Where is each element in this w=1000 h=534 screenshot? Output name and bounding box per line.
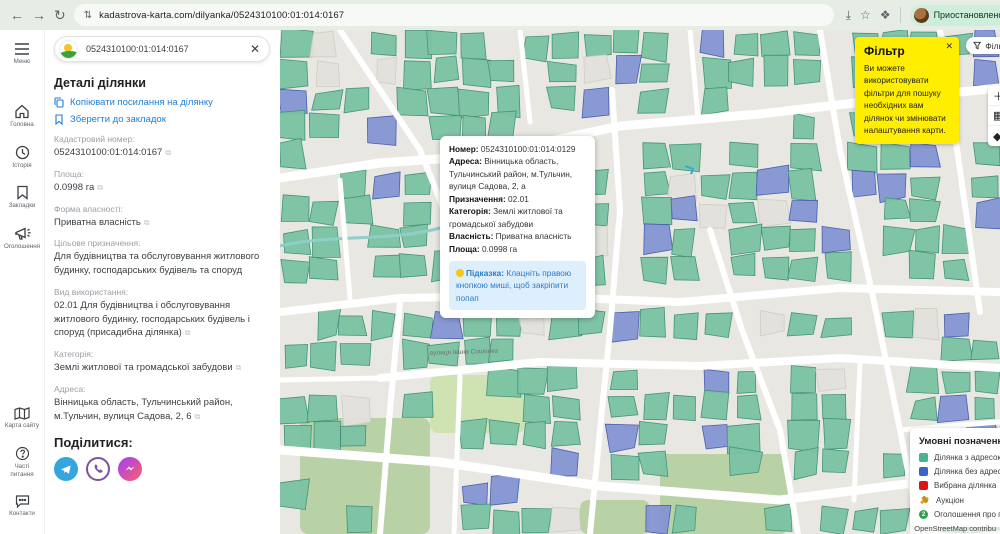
share-title: Поділитися:	[54, 435, 133, 451]
copy-icon[interactable]: ⧉	[185, 328, 191, 337]
sidebar-item-home[interactable]: Головна	[0, 104, 45, 129]
legend-header[interactable]: Умовні позначення ⌄	[919, 436, 1000, 447]
bookmarks-icon	[16, 186, 28, 201]
home-icon	[15, 104, 29, 118]
profile-paused-button[interactable]: Приостановлено	[909, 4, 1000, 26]
back-icon[interactable]: ←	[10, 7, 24, 23]
reload-icon[interactable]: ↻	[54, 7, 66, 24]
popup-row-purpose: Призначення: 02.01	[449, 193, 529, 204]
legend-item-no-address: Ділянка без адреси	[919, 467, 1000, 476]
map-controls: ＋ ▦ ◆	[988, 86, 1000, 146]
telegram-icon	[61, 465, 71, 474]
field-area: Площа: 0.0998 га ⧉	[54, 168, 103, 193]
sidebar-item-menu[interactable]: Меню	[0, 42, 45, 66]
address-bar[interactable]: ⇅ kadastrova-karta.com/dilyanka/05243101…	[73, 4, 834, 26]
messenger-share-button[interactable]	[118, 457, 142, 482]
legend-item-selected: Вибрана ділянка	[919, 481, 1000, 490]
map-legend: Умовні позначення ⌄ Ділянка з адресою Ді…	[910, 428, 1000, 527]
gavel-icon	[919, 495, 930, 505]
bookmark-star-icon[interactable]: ☆	[860, 8, 871, 22]
viber-icon	[94, 464, 103, 474]
filter-tooltip: ✕ Фільтр Ви можете використовувати фільт…	[855, 37, 959, 144]
popup-row-area: Площа: 0.0998 га	[449, 243, 518, 254]
filter-tooltip-text: Ви можете використовувати фільтри для по…	[864, 63, 946, 136]
sidebar-item-announcements[interactable]: Оголошення	[0, 226, 45, 251]
funnel-icon	[973, 41, 982, 50]
search-input[interactable]: 0524310100:01:014:0167	[86, 44, 242, 54]
copy-icon[interactable]: ⧉	[144, 218, 150, 227]
panel-title: Деталі ділянки	[54, 76, 146, 90]
sidebar-item-faq[interactable]: Часті питання	[0, 446, 45, 479]
announcements-icon	[14, 227, 30, 240]
menu-icon	[15, 43, 29, 55]
copy-icon[interactable]: ⧉	[236, 363, 242, 372]
legend-item-with-address: Ділянка з адресою	[919, 453, 1000, 462]
popup-hint: Підказка: Клацніть правою кнопкою миші, …	[449, 260, 586, 311]
field-usage: Вид використання: 02.01 Для будівництва …	[54, 286, 250, 339]
copy-link-button[interactable]: Копіювати посилання на ділянку	[54, 97, 270, 108]
viber-share-button[interactable]	[86, 457, 110, 482]
legend-item-sale: 2 Оголошення про продаж	[919, 510, 1000, 519]
install-icon[interactable]: ⤓	[846, 8, 851, 23]
copy-icon[interactable]: ⧉	[195, 412, 201, 421]
sidebar-item-history[interactable]: Історія	[0, 145, 45, 170]
chat-icon	[15, 495, 29, 509]
search-bar[interactable]: 0524310100:01:014:0167 ✕	[54, 36, 270, 62]
save-bookmark-button[interactable]: Зберегти до закладок	[54, 114, 270, 125]
telegram-share-button[interactable]	[54, 457, 78, 482]
map-canvas[interactable]: вулиця Івана Сошенка Номер: 0524310100:0…	[280, 30, 1000, 534]
copy-link-icon	[54, 97, 64, 108]
filter-button[interactable]: Фільтр	[966, 37, 1000, 54]
forward-icon[interactable]: →	[32, 7, 46, 23]
sidebar-item-sitemap[interactable]: Карта сайту	[0, 407, 45, 430]
parcel-popup: Номер: 0524310100:01:014:0129 Адреса: Ві…	[440, 136, 595, 319]
site-info-icon[interactable]: ⇅	[84, 10, 92, 21]
measure-button[interactable]: ◆	[988, 126, 1000, 146]
paused-label: Приостановлено	[933, 10, 1000, 20]
popup-row-category: Категорія: Землі житлової та громадської…	[449, 206, 563, 229]
sale-badge: 2	[919, 510, 928, 519]
url-text[interactable]: kadastrova-karta.com/dilyanka/0524310100…	[99, 10, 344, 21]
field-category: Категорія: Землі житлової та громадської…	[54, 349, 242, 374]
clear-search-icon[interactable]: ✕	[250, 42, 260, 56]
bookmark-icon	[55, 114, 63, 125]
lightbulb-icon	[456, 268, 464, 277]
share-buttons	[54, 457, 270, 482]
icon-rail: Меню Головна Історія Закладки Оголошення…	[0, 30, 45, 534]
popup-row-number: Номер: 0524310100:01:014:0129	[449, 144, 576, 154]
map-attribution: OpenStreetMap contribu	[910, 523, 1000, 534]
zoom-in-button[interactable]: ＋	[988, 86, 1000, 106]
messenger-icon	[125, 466, 135, 471]
extensions-icon[interactable]: ❖	[880, 8, 891, 22]
browser-toolbar: ← → ↻ ⇅ kadastrova-karta.com/dilyanka/05…	[0, 0, 1000, 30]
history-icon	[15, 145, 29, 159]
green-swatch	[919, 453, 928, 462]
blue-swatch	[919, 467, 928, 476]
sitemap-icon	[14, 407, 30, 420]
legend-item-auction: Аукціон	[919, 495, 1000, 505]
avatar	[913, 7, 929, 23]
field-purpose: Цільове призначення: Для будівництва та …	[54, 238, 260, 277]
filter-tooltip-title: Фільтр	[864, 44, 905, 58]
copy-icon[interactable]: ⧉	[165, 148, 171, 157]
popup-row-ownership: Власність: Приватна власність	[449, 231, 572, 242]
site-logo	[59, 39, 78, 59]
field-ownership: Форма власності: Приватна власність ⧉	[54, 203, 150, 228]
red-swatch	[919, 481, 928, 490]
toolbar-divider	[899, 7, 901, 23]
sidebar-item-contacts[interactable]: Контакти	[0, 494, 45, 518]
layers-button[interactable]: ▦	[988, 106, 1000, 126]
field-cadastre-number: Кадастровий номер: 0524310100:01:014:016…	[54, 134, 172, 158]
copy-icon[interactable]: ⧉	[97, 183, 103, 192]
sidebar-item-bookmarks[interactable]: Закладки	[0, 185, 45, 210]
close-icon[interactable]: ✕	[945, 41, 953, 52]
field-address: Адреса: Вінницька область, Тульчинський …	[54, 383, 233, 422]
parcel-details-panel: 0524310100:01:014:0167 ✕ Деталі ділянки …	[46, 30, 280, 534]
page: ← → ↻ ⇅ kadastrova-karta.com/dilyanka/05…	[0, 0, 1000, 534]
question-icon	[15, 446, 29, 460]
popup-row-address: Адреса: Вінницька область, Тульчинський …	[449, 156, 573, 192]
